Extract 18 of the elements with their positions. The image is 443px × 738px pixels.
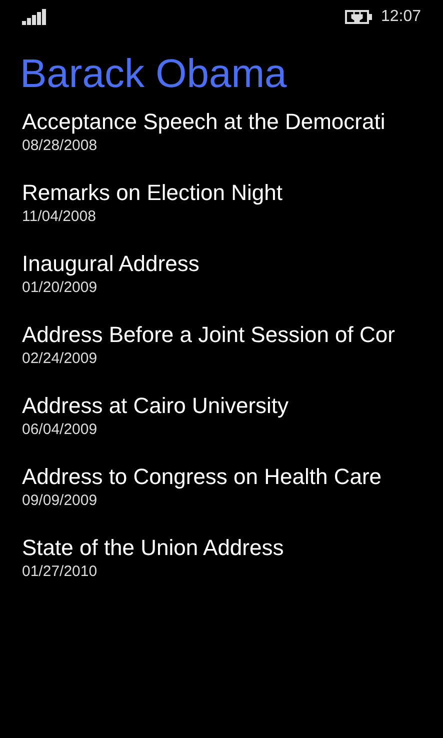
speech-date: 09/09/2009 [22,491,98,511]
battery-charging-icon [344,10,373,24]
speech-date: 08/28/2008 [22,136,98,156]
speech-title[interactable]: Inaugural Address [22,250,200,278]
speech-date: 06/04/2009 [22,420,98,440]
speech-title[interactable]: Remarks on Election Night [22,179,282,207]
signal-icon [22,9,48,25]
speech-title[interactable]: State of the Union Address [22,534,284,562]
speech-date: 11/04/2008 [22,207,96,227]
speech-title[interactable]: Acceptance Speech at the Democrati [22,108,386,136]
speech-date: 02/24/2009 [22,349,98,369]
speech-title[interactable]: Address at Cairo University [22,392,289,420]
speech-title[interactable]: Address Before a Joint Session of Cor [22,321,395,349]
speech-title[interactable]: Address to Congress on Health Care [22,463,382,491]
speech-date: 01/27/2010 [22,562,98,582]
speech-date: 01/20/2009 [22,278,98,298]
page-title: Barack Obama [20,51,288,98]
clock-time: 12:07 [380,8,421,26]
